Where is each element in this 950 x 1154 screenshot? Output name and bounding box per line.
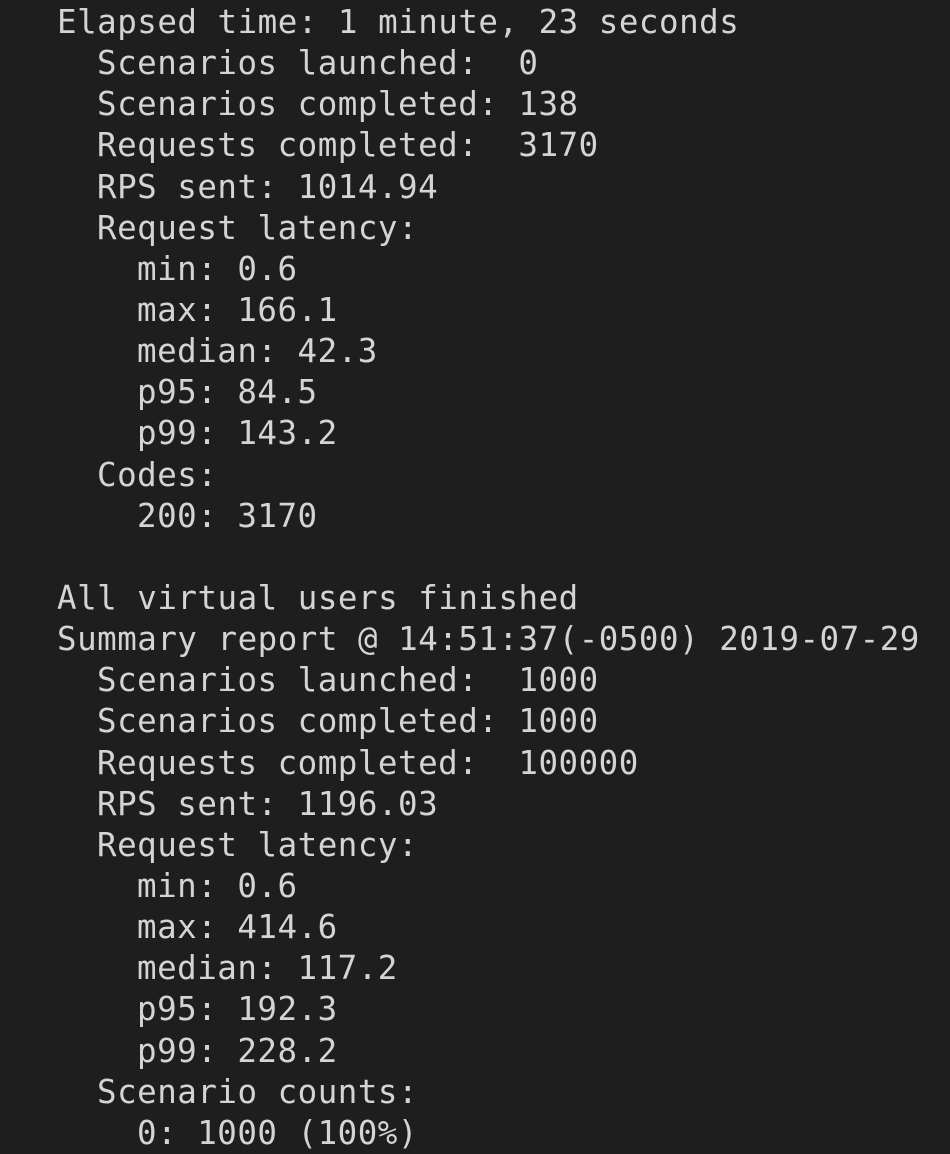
summary-scenario-counts-header: Scenario counts:: [97, 1072, 419, 1111]
interim-latency-max: max: 166.1: [137, 290, 338, 329]
interim-latency-p99: p99: 143.2: [137, 414, 338, 453]
summary-report-title: Summary report @ 14:51:37(-0500) 2019-07…: [57, 620, 920, 659]
summary-latency-p95: p95: 192.3: [137, 990, 338, 1029]
interim-latency-header: Request latency:: [97, 208, 419, 247]
summary-latency-header: Request latency:: [97, 825, 419, 864]
interim-codes-header: Codes:: [97, 455, 218, 494]
summary-scenarios-launched: Scenarios launched: 1000: [97, 661, 599, 700]
interim-code-200: 200: 3170: [137, 496, 318, 535]
interim-latency-min: min: 0.6: [137, 249, 298, 288]
summary-latency-min: min: 0.6: [137, 866, 298, 905]
summary-latency-max: max: 414.6: [137, 908, 338, 947]
interim-requests-completed: Requests completed: 3170: [97, 126, 599, 165]
summary-latency-median: median: 117.2: [137, 949, 398, 988]
terminal-output: Elapsed time: 1 minute, 23 seconds Scena…: [0, 0, 950, 1154]
interim-latency-p95: p95: 84.5: [137, 373, 318, 412]
all-users-finished-line: All virtual users finished: [57, 578, 579, 617]
interim-rps-sent: RPS sent: 1014.94: [97, 167, 439, 206]
elapsed-time-line: Elapsed time: 1 minute, 23 seconds: [57, 3, 740, 41]
interim-scenarios-launched: Scenarios launched: 0: [97, 44, 539, 83]
interim-scenarios-completed: Scenarios completed: 138: [97, 85, 579, 124]
summary-latency-p99: p99: 228.2: [137, 1031, 338, 1070]
summary-rps-sent: RPS sent: 1196.03: [97, 784, 439, 823]
summary-requests-completed: Requests completed: 100000: [97, 743, 639, 782]
interim-latency-median: median: 42.3: [137, 332, 378, 371]
summary-scenarios-completed: Scenarios completed: 1000: [97, 702, 599, 741]
summary-scenario-count-0: 0: 1000 (100%): [137, 1113, 418, 1152]
